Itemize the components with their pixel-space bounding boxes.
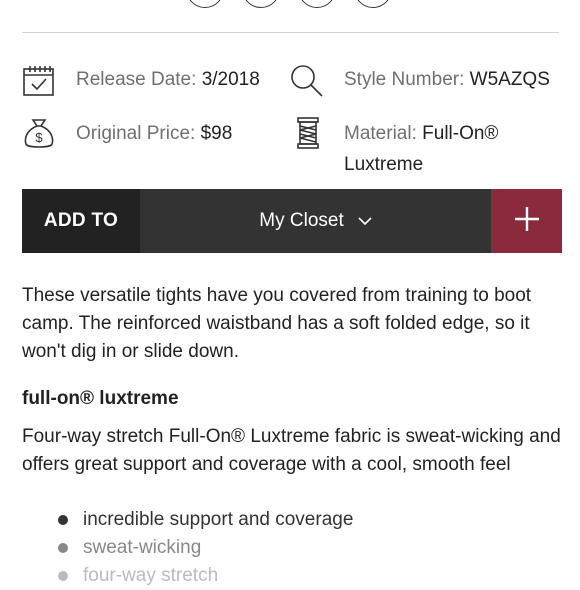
money-bag-icon: $ xyxy=(22,116,56,150)
feature-title: full-on® luxtreme xyxy=(22,388,179,409)
add-to-label: ADD TO xyxy=(22,189,140,253)
original-price-label: Original Price: xyxy=(76,123,196,144)
material-value-line2: Luxtreme xyxy=(344,154,424,175)
style-number-label: Style Number: xyxy=(344,69,465,90)
style-number-item xyxy=(290,64,324,98)
section-divider xyxy=(22,32,559,33)
original-price-text: Original Price: $98 xyxy=(76,118,232,149)
calendar-check-icon xyxy=(22,64,56,98)
option-circle-3[interactable] xyxy=(298,0,336,8)
option-circle-1[interactable] xyxy=(186,0,224,8)
search-icon xyxy=(290,64,324,98)
release-date-text: Release Date: 3/2018 xyxy=(76,64,260,95)
closet-dropdown[interactable]: My Closet xyxy=(140,189,491,253)
original-price-item: $ xyxy=(22,116,56,150)
material-text: Material: Full-On® Luxtreme xyxy=(344,118,564,180)
material-value-line1: Full-On® xyxy=(422,123,499,144)
option-circle-2[interactable] xyxy=(242,0,280,8)
release-date-label: Release Date: xyxy=(76,69,197,90)
fabric-spool-icon xyxy=(296,116,330,150)
material-item xyxy=(296,116,330,150)
feature-bullet: sweat-wicking xyxy=(56,534,353,562)
original-price-value: $98 xyxy=(200,123,233,144)
option-circle-4[interactable] xyxy=(354,0,392,8)
style-number-text: Style Number: W5AZQS xyxy=(344,64,550,95)
feature-bullet: four-way stretch xyxy=(56,562,353,590)
style-number-value: W5AZQS xyxy=(469,69,550,90)
feature-bullet-list: incredible support and coverage sweat-wi… xyxy=(56,506,353,590)
product-description: These versatile tights have you covered … xyxy=(22,285,532,362)
release-date-item xyxy=(22,64,56,98)
plus-icon xyxy=(514,206,540,237)
feature-description: Four-way stretch Full-On® Luxtreme fabri… xyxy=(22,426,561,475)
feature-bullet: incredible support and coverage xyxy=(56,506,353,534)
chevron-down-icon xyxy=(358,210,372,232)
add-to-closet-bar: ADD TO My Closet xyxy=(22,189,562,253)
svg-text:$: $ xyxy=(35,130,43,145)
add-button[interactable] xyxy=(491,189,562,253)
material-label: Material: xyxy=(344,123,417,144)
release-date-value: 3/2018 xyxy=(201,69,260,90)
closet-dropdown-label: My Closet xyxy=(259,210,344,231)
